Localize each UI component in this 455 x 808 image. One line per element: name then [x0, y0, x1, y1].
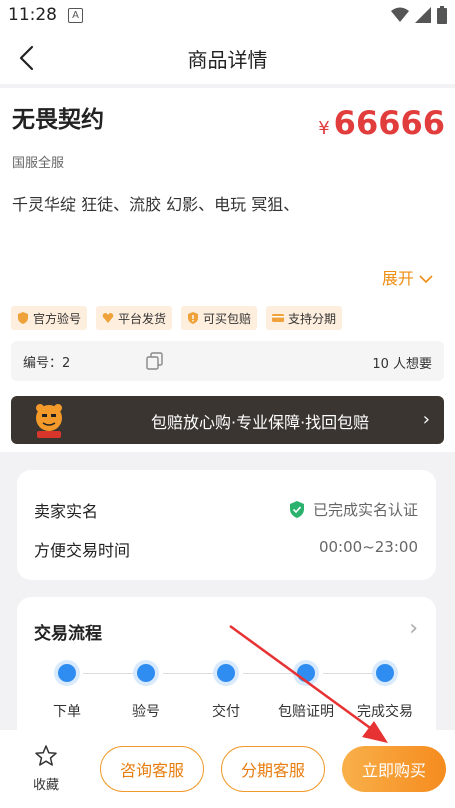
- trade-time-value: 00:00~23:00: [318, 538, 418, 556]
- trade-flow-title: 交易流程: [34, 624, 102, 644]
- nav-bar: 商品详情: [0, 32, 455, 84]
- bottom-action-bar: 收藏 咨询客服 分期客服 立即购买: [0, 730, 455, 808]
- realname-value: 已完成实名认证: [312, 501, 418, 519]
- server-label: 国服全服: [12, 156, 65, 171]
- tag-installment: 支持分期: [266, 306, 343, 330]
- want-count: 10 人想要: [372, 357, 432, 372]
- price-amount: 66666: [333, 104, 445, 142]
- feature-tags: 官方验号 平台发货 可买包赔 支持分期: [11, 306, 343, 330]
- step-connector: [163, 673, 219, 674]
- notification-a-icon: A: [68, 8, 83, 23]
- step-dot-complete: [376, 664, 394, 682]
- step-label: 包赔证明: [278, 704, 334, 720]
- step-label: 完成交易: [357, 704, 413, 720]
- product-description: 千灵华绽 狂徒、流胶 幻影、电玩 冥狙、: [12, 195, 300, 214]
- star-icon: [35, 745, 57, 766]
- product-card: 无畏契约 ¥ 66666 国服全服 千灵华绽 狂徒、流胶 幻影、电玩 冥狙、 展…: [0, 88, 455, 452]
- consult-service-button[interactable]: 咨询客服: [100, 746, 204, 792]
- card-icon: [272, 314, 285, 322]
- step-connector: [243, 673, 299, 674]
- chevron-right-icon[interactable]: ›: [409, 616, 418, 641]
- expand-label: 展开: [381, 269, 414, 288]
- favorite-label: 收藏: [32, 778, 59, 793]
- status-icons: [391, 6, 447, 24]
- heart-icon: [102, 313, 114, 323]
- product-code: 编号：2: [23, 356, 71, 371]
- step-connector: [83, 673, 139, 674]
- trade-flow-card: 交易流程 › 下单 验号 交付 包赔证明 完成交易: [17, 597, 436, 742]
- step-label: 交付: [212, 704, 240, 720]
- compensation-banner[interactable]: 包赔放心购·专业保障·找回包赔 ›: [11, 396, 444, 444]
- step-connector: [323, 673, 379, 674]
- tiger-mascot-icon: [36, 404, 62, 438]
- status-bar: 11:28 A: [0, 0, 455, 32]
- trade-time-label: 方便交易时间: [34, 541, 131, 560]
- step-dot-order: [58, 664, 76, 682]
- tag-label: 官方验号: [33, 311, 82, 326]
- status-time: 11:28: [8, 5, 57, 25]
- step-dot-verify: [137, 664, 155, 682]
- step-dot-compensation: [297, 664, 315, 682]
- tag-label: 平台发货: [118, 311, 167, 326]
- copy-icon[interactable]: [145, 351, 165, 371]
- expand-button[interactable]: 展开: [382, 265, 433, 289]
- product-info-bar: 编号：2 10 人想要: [11, 341, 444, 381]
- chevron-down-icon: [419, 275, 433, 284]
- installment-service-button[interactable]: 分期客服: [221, 746, 325, 792]
- step-label: 验号: [132, 704, 160, 720]
- wifi-icon: [391, 7, 409, 22]
- realname-label: 卖家实名: [34, 502, 99, 521]
- tag-label: 可买包赔: [203, 311, 252, 326]
- step-label: 下单: [53, 704, 81, 720]
- product-price: ¥ 66666: [318, 104, 445, 142]
- step-dot-deliver: [217, 664, 235, 682]
- favorite-button[interactable]: 收藏: [26, 744, 66, 793]
- tag-platform-delivery: 平台发货: [96, 306, 173, 330]
- tag-label: 支持分期: [288, 311, 337, 326]
- product-title: 无畏契约: [12, 107, 104, 133]
- verified-shield-icon: [289, 501, 304, 518]
- chevron-right-icon: ›: [422, 409, 430, 430]
- realname-status: 已完成实名认证: [289, 499, 418, 520]
- price-currency: ¥: [318, 118, 330, 139]
- buy-now-button[interactable]: 立即购买: [342, 746, 446, 792]
- shield-icon: [18, 312, 28, 324]
- tag-compensation: 可买包赔: [181, 306, 258, 330]
- signal-icon: [415, 7, 431, 23]
- seller-card: 卖家实名 已完成实名认证 方便交易时间 00:00~23:00: [17, 470, 436, 580]
- battery-icon: [437, 6, 447, 24]
- banner-text: 包赔放心购·专业保障·找回包赔: [151, 413, 370, 432]
- page-title: 商品详情: [187, 48, 268, 72]
- tag-official-verify: 官方验号: [11, 306, 88, 330]
- shield-exclamation-icon: [188, 312, 199, 324]
